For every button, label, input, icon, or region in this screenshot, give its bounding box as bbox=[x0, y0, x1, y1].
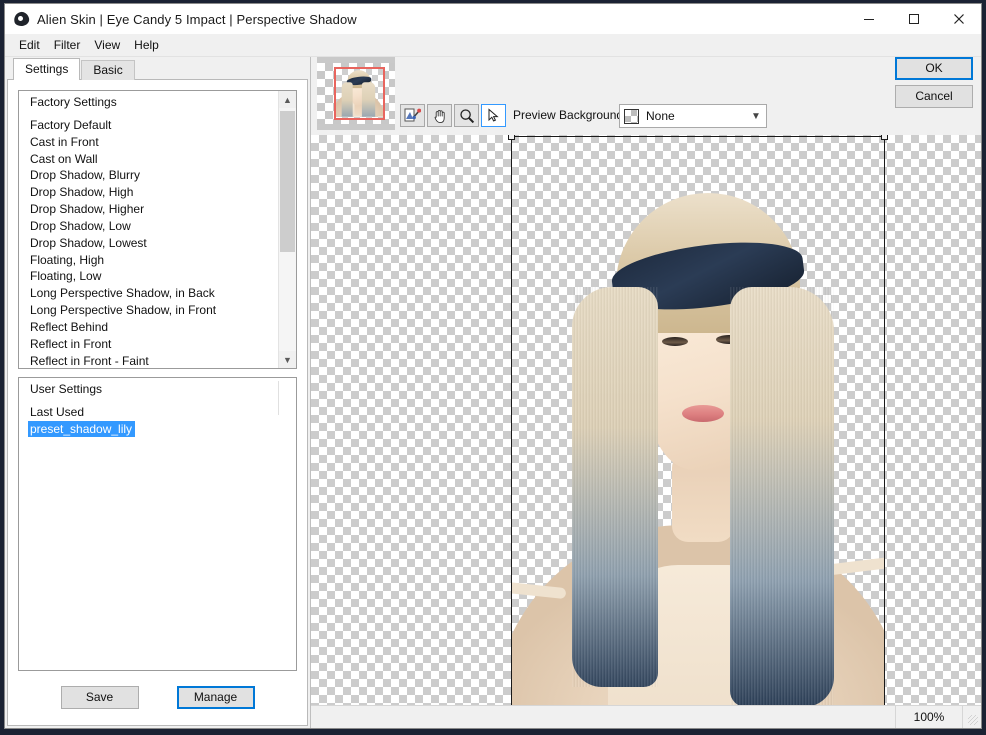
navigator-viewport-rect[interactable] bbox=[334, 67, 385, 120]
portrait-hair-right bbox=[730, 287, 834, 705]
alien-head-icon bbox=[12, 10, 31, 28]
main-split: Settings Basic Factory Settings Factory … bbox=[5, 57, 981, 728]
plugin-window: Alien Skin | Eye Candy 5 Impact | Perspe… bbox=[4, 3, 982, 729]
dialog-buttons: OK Cancel bbox=[895, 57, 973, 113]
preview-background-select[interactable]: None ▼ bbox=[619, 104, 767, 128]
list-item[interactable]: Long Perspective Shadow, in Front bbox=[19, 302, 279, 319]
list-item[interactable]: Floating, Low bbox=[19, 268, 279, 285]
factory-settings-header: Factory Settings bbox=[30, 95, 117, 109]
list-item[interactable]: Last Used bbox=[19, 404, 279, 421]
menu-view[interactable]: View bbox=[89, 36, 129, 54]
scroll-down-icon[interactable]: ▼ bbox=[279, 351, 296, 368]
zoom-magnifier-tool[interactable] bbox=[454, 104, 479, 127]
user-settings-header: User Settings bbox=[30, 382, 103, 396]
zoom-level-indicator: 100% bbox=[896, 706, 963, 728]
title-bar: Alien Skin | Eye Candy 5 Impact | Perspe… bbox=[5, 4, 981, 34]
list-item[interactable]: Drop Shadow, Blurry bbox=[19, 167, 279, 184]
menu-bar: Edit Filter View Help bbox=[5, 34, 981, 57]
portrait-hair-left bbox=[572, 287, 658, 687]
list-item[interactable]: Reflect Behind bbox=[19, 319, 279, 336]
factory-settings-listbox[interactable]: Factory Settings Factory Default Cast in… bbox=[18, 90, 297, 369]
status-message-area bbox=[311, 706, 896, 728]
list-item-label: Last Used bbox=[30, 404, 85, 419]
list-item[interactable]: Drop Shadow, Higher bbox=[19, 201, 279, 218]
save-button[interactable]: Save bbox=[60, 685, 139, 709]
color-picker-tool[interactable] bbox=[400, 104, 425, 127]
list-item[interactable]: Cast on Wall bbox=[19, 151, 279, 168]
preview-toolbar: Preview Background: None ▼ bbox=[311, 57, 981, 135]
user-settings-listbox[interactable]: User Settings Last Used preset_shadow_li… bbox=[18, 377, 297, 671]
list-item[interactable]: Reflect in Front - Faint bbox=[19, 353, 279, 368]
window-controls bbox=[846, 4, 981, 34]
settings-tab-content: Factory Settings Factory Default Cast in… bbox=[7, 79, 308, 726]
menu-edit[interactable]: Edit bbox=[14, 36, 49, 54]
tab-settings[interactable]: Settings bbox=[13, 58, 81, 80]
list-divider bbox=[278, 381, 279, 415]
list-item-label: preset_shadow_lily bbox=[28, 420, 136, 437]
list-item[interactable]: Reflect in Front bbox=[19, 336, 279, 353]
list-item[interactable]: Cast in Front bbox=[19, 134, 279, 151]
tab-strip: Settings Basic bbox=[5, 57, 310, 80]
list-item[interactable]: Drop Shadow, Lowest bbox=[19, 235, 279, 252]
navigator-thumbnail[interactable] bbox=[317, 57, 395, 130]
list-item[interactable]: Drop Shadow, Low bbox=[19, 218, 279, 235]
list-item[interactable]: Drop Shadow, High bbox=[19, 184, 279, 201]
preset-button-row: Save Manage bbox=[18, 671, 297, 715]
transparency-swatch-icon bbox=[624, 108, 639, 124]
resize-grip-icon[interactable] bbox=[963, 706, 981, 728]
hand-pan-tool[interactable] bbox=[427, 104, 452, 127]
list-item[interactable]: Floating, High bbox=[19, 252, 279, 269]
user-settings-rows: User Settings Last Used preset_shadow_li… bbox=[19, 378, 279, 670]
ok-button[interactable]: OK bbox=[895, 57, 973, 80]
maximize-icon[interactable] bbox=[891, 4, 936, 34]
image-selection-box[interactable] bbox=[508, 135, 888, 705]
minimize-icon[interactable] bbox=[846, 4, 891, 34]
factory-list-scrollbar[interactable]: ▲ ▼ bbox=[278, 91, 296, 368]
preview-canvas[interactable] bbox=[311, 135, 981, 705]
portrait-eye-left bbox=[662, 337, 688, 346]
list-item-selected[interactable]: preset_shadow_lily bbox=[19, 420, 279, 438]
status-bar: 100% bbox=[311, 705, 981, 728]
portrait-image bbox=[512, 137, 884, 705]
preview-background-label: Preview Background: bbox=[513, 108, 627, 122]
preview-panel: Preview Background: None ▼ 100% bbox=[311, 57, 981, 728]
settings-panel: Settings Basic Factory Settings Factory … bbox=[5, 57, 311, 728]
menu-help[interactable]: Help bbox=[129, 36, 168, 54]
preview-tools bbox=[400, 104, 506, 127]
scrollbar-track[interactable] bbox=[279, 108, 296, 351]
cancel-button[interactable]: Cancel bbox=[895, 85, 973, 108]
selection-handle-top-right[interactable] bbox=[881, 135, 888, 140]
preview-background-value: None bbox=[646, 109, 675, 123]
scroll-up-icon[interactable]: ▲ bbox=[279, 91, 296, 108]
scrollbar-thumb[interactable] bbox=[280, 111, 295, 252]
factory-settings-rows: Factory Settings Factory Default Cast in… bbox=[19, 91, 279, 368]
manage-button[interactable]: Manage bbox=[176, 685, 255, 709]
list-item[interactable]: Factory Default bbox=[19, 117, 279, 134]
portrait-lips bbox=[682, 405, 724, 422]
list-item[interactable]: Long Perspective Shadow, in Back bbox=[19, 285, 279, 302]
chevron-down-icon[interactable]: ▼ bbox=[746, 111, 766, 122]
selection-handle-top-left[interactable] bbox=[508, 135, 515, 140]
close-icon[interactable] bbox=[936, 4, 981, 34]
arrow-select-tool[interactable] bbox=[481, 104, 506, 127]
window-title: Alien Skin | Eye Candy 5 Impact | Perspe… bbox=[37, 11, 357, 27]
tab-basic[interactable]: Basic bbox=[81, 60, 135, 80]
menu-filter[interactable]: Filter bbox=[49, 36, 90, 54]
